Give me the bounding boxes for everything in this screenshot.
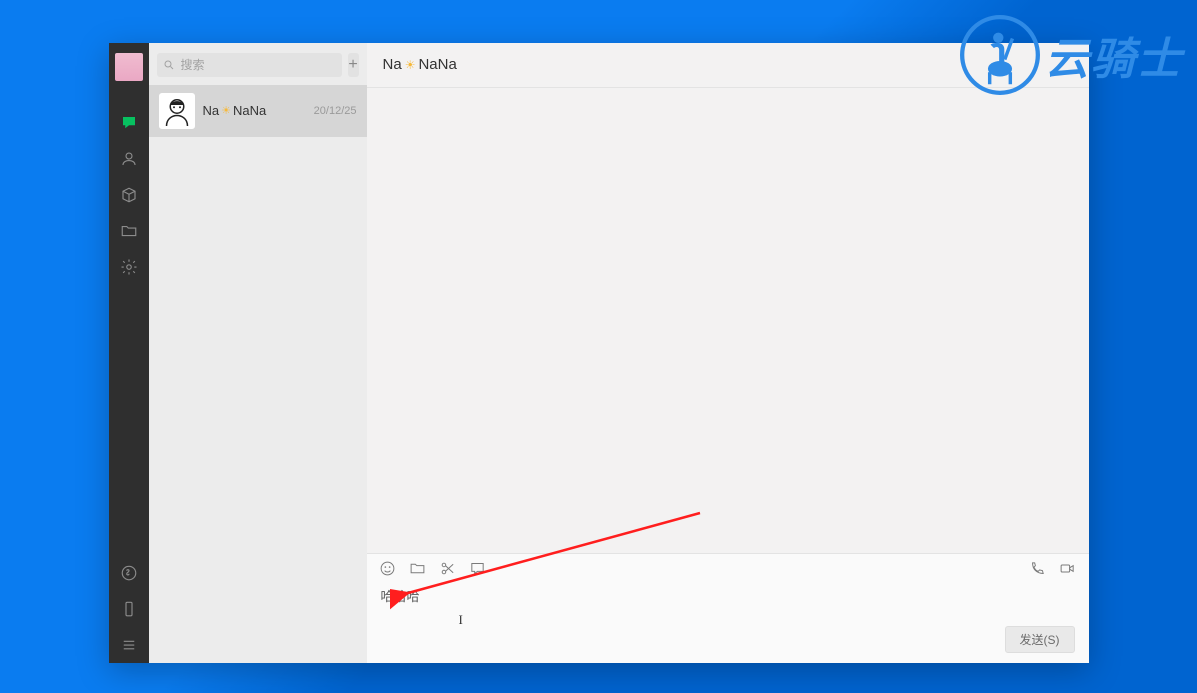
sun-emoji-icon: ☀ bbox=[405, 58, 416, 72]
phone-icon[interactable] bbox=[109, 591, 149, 627]
composer: 哈哈哈 I 发送(S) bbox=[367, 553, 1089, 663]
message-input[interactable]: 哈哈哈 I bbox=[367, 584, 1089, 622]
search-bar: + bbox=[149, 43, 367, 85]
emoji-icon[interactable] bbox=[379, 560, 397, 578]
contact-name: Na☀ NaNa bbox=[203, 103, 314, 118]
conversation-list: + Na☀ NaNa 20/12/25 bbox=[149, 43, 367, 663]
sun-emoji-icon: ☀ bbox=[221, 104, 231, 117]
add-button[interactable]: + bbox=[348, 53, 359, 77]
contacts-icon[interactable] bbox=[109, 141, 149, 177]
send-button[interactable]: 发送(S) bbox=[1005, 626, 1075, 653]
contact-avatar bbox=[159, 93, 195, 129]
miniprogram-icon[interactable] bbox=[109, 555, 149, 591]
menu-icon[interactable] bbox=[109, 627, 149, 663]
scissors-icon[interactable] bbox=[439, 560, 457, 578]
chat-panel: Na☀ NaNa 哈哈哈 I 发送(S) bbox=[367, 43, 1089, 663]
message-history[interactable] bbox=[367, 88, 1089, 553]
nav-rail bbox=[109, 43, 149, 663]
chats-icon[interactable] bbox=[109, 105, 149, 141]
text-cursor: I bbox=[459, 612, 463, 628]
user-avatar[interactable] bbox=[115, 53, 143, 81]
conversation-item[interactable]: Na☀ NaNa 20/12/25 bbox=[149, 85, 367, 137]
gear-icon[interactable] bbox=[109, 249, 149, 285]
app-window: + Na☀ NaNa 20/12/25 Na☀ NaNa bbox=[109, 43, 1089, 663]
box-icon[interactable] bbox=[109, 177, 149, 213]
chat-title: Na☀ NaNa bbox=[367, 43, 1089, 88]
composer-toolbar bbox=[367, 554, 1089, 584]
voice-call-icon[interactable] bbox=[1029, 560, 1047, 578]
search-input[interactable] bbox=[157, 53, 342, 77]
chat-history-icon[interactable] bbox=[469, 560, 487, 578]
message-text: 哈哈哈 bbox=[381, 589, 420, 604]
folder-icon[interactable] bbox=[109, 213, 149, 249]
file-icon[interactable] bbox=[409, 560, 427, 578]
search-icon bbox=[163, 59, 175, 71]
video-call-icon[interactable] bbox=[1059, 560, 1077, 578]
conversation-time: 20/12/25 bbox=[314, 105, 357, 117]
